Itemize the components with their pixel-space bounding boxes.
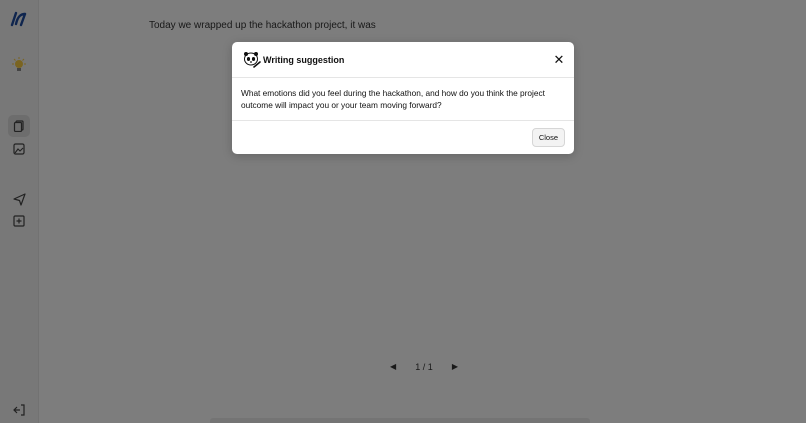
- close-button[interactable]: Close: [531, 128, 565, 147]
- panda-writing-icon: [244, 51, 261, 68]
- modal-title: Writing suggestion: [263, 54, 345, 65]
- modal-header: Writing suggestion ✕: [232, 42, 574, 78]
- close-icon[interactable]: ✕: [553, 53, 565, 66]
- modal-footer: Close: [232, 121, 574, 154]
- writing-suggestion-dialog: Writing suggestion ✕ What emotions did y…: [232, 42, 574, 154]
- suggestion-text: What emotions did you feel during the ha…: [232, 78, 574, 121]
